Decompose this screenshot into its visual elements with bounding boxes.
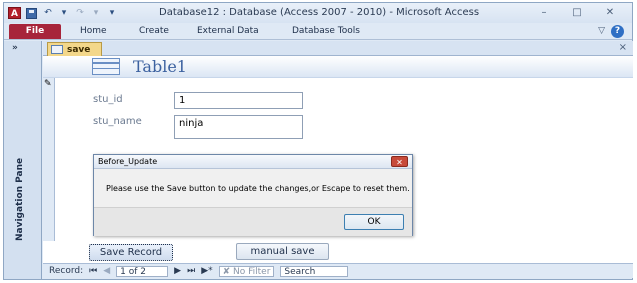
help-icon[interactable]: ? <box>611 25 624 38</box>
save-record-button[interactable]: Save Record <box>89 244 173 261</box>
dialog-message: Please use the Save button to update the… <box>106 184 410 193</box>
undo-dropdown-icon[interactable]: ▾ <box>59 8 69 18</box>
access-app-icon[interactable]: A <box>8 7 21 19</box>
minimize-ribbon-icon[interactable]: ▽ <box>598 26 605 36</box>
previous-record-icon[interactable]: ◀ <box>103 266 110 276</box>
next-record-icon[interactable]: ▶ <box>174 266 181 276</box>
ribbon-tab-bar: File Home Create External Data Database … <box>4 23 632 40</box>
form-icon <box>51 45 63 54</box>
redo-icon[interactable]: ↷ <box>75 8 85 18</box>
access-window: A ↶ ▾ ↷ ▾ ▾ Database12 : Database (Acces… <box>3 2 633 280</box>
close-window-button[interactable]: ✕ <box>600 6 620 19</box>
dialog-close-icon[interactable]: ✕ <box>391 156 408 167</box>
navigation-pane-label[interactable]: Navigation Pane <box>15 158 25 241</box>
maximize-button[interactable]: □ <box>567 6 587 19</box>
expand-nav-pane-icon[interactable]: » <box>12 43 18 53</box>
stu-name-label: stu_name <box>93 116 142 127</box>
title-bar: A ↶ ▾ ↷ ▾ ▾ Database12 : Database (Acces… <box>4 3 632 23</box>
save-icon[interactable] <box>26 7 37 19</box>
document-tab-label: save <box>67 44 91 55</box>
customize-qat-icon[interactable]: ▾ <box>107 8 117 18</box>
window-title: Database12 : Database (Access 2007 - 201… <box>159 7 480 18</box>
pencil-icon: ✎ <box>44 79 52 89</box>
tab-database-tools[interactable]: Database Tools <box>292 26 360 36</box>
close-document-icon[interactable]: × <box>619 42 627 53</box>
quick-access-toolbar: ↶ ▾ ↷ ▾ ▾ <box>26 6 117 20</box>
table-icon <box>92 58 120 75</box>
no-filter-button[interactable]: ✘ No Filter <box>218 265 275 277</box>
first-record-icon[interactable]: ⏮ <box>89 266 97 276</box>
minimize-button[interactable]: – <box>534 6 554 19</box>
before-update-dialog: Before_Update ✕ Please use the Save butt… <box>93 154 413 236</box>
stu-name-field[interactable]: ninja <box>174 115 303 139</box>
document-tab-bar: save × <box>43 41 633 56</box>
manual-save-button[interactable]: manual save <box>236 243 329 260</box>
last-record-icon[interactable]: ⏭ <box>187 266 195 276</box>
dialog-title: Before_Update <box>98 157 158 166</box>
form-header: Table1 <box>43 56 633 78</box>
record-label: Record: <box>49 266 84 276</box>
stu-id-label: stu_id <box>93 94 123 105</box>
record-position-field[interactable]: 1 of 2 <box>116 265 169 277</box>
form-title: Table1 <box>133 57 187 76</box>
record-selector[interactable]: ✎ <box>43 78 55 241</box>
new-record-icon[interactable]: ▶* <box>201 266 212 276</box>
record-navigation-bar: Record: ⏮ ◀ 1 of 2 ▶ ⏭ ▶* ✘ No Filter Se… <box>43 263 633 278</box>
undo-icon[interactable]: ↶ <box>43 8 53 18</box>
search-field[interactable]: Search <box>280 265 349 277</box>
redo-dropdown-icon[interactable]: ▾ <box>91 8 101 18</box>
ok-button[interactable]: OK <box>344 214 404 230</box>
navigation-pane[interactable]: » Navigation Pane <box>4 41 42 279</box>
tab-home[interactable]: Home <box>80 26 107 36</box>
tab-create[interactable]: Create <box>139 26 169 36</box>
tab-external-data[interactable]: External Data <box>197 26 259 36</box>
dialog-title-bar: Before_Update ✕ <box>94 155 412 169</box>
tab-save-form[interactable]: save <box>47 42 102 56</box>
stu-id-field[interactable]: 1 <box>174 92 303 109</box>
dialog-button-area: OK <box>94 207 412 236</box>
tab-file[interactable]: File <box>9 24 61 39</box>
